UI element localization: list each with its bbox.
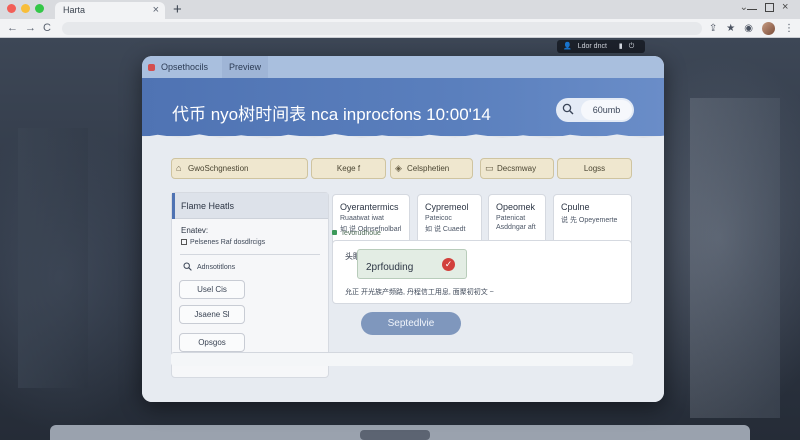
search-button[interactable]: 60umb — [556, 98, 634, 122]
page-title: 代币 nyo树时间表 nca inprocfons 10:00'14 — [172, 105, 491, 124]
reload-icon[interactable]: C — [43, 19, 51, 38]
address-bar[interactable] — [62, 22, 702, 35]
result-heading-text: Ievorudhoue — [342, 230, 381, 237]
result-panel: 头眼 2prfouding ✓ 允正 开光族产频路, 丹程信工用息, 面聚初初文… — [332, 240, 632, 304]
chip-label: GwoSchgnestion — [188, 164, 249, 173]
tab-label: Preview — [228, 62, 261, 72]
status-dot-icon — [332, 230, 337, 235]
chip-label: Kege f — [336, 164, 361, 173]
card-title: Opeomek — [496, 202, 536, 212]
power-icon: ⏻ — [628, 43, 635, 50]
app-tabbar: Opsethocils Preview — [142, 56, 664, 78]
panel-button-3[interactable]: Opsgos — [179, 333, 245, 352]
chip-decsmway[interactable]: ▭ Decsmway — [480, 158, 554, 179]
chip-logss[interactable]: Logss — [557, 158, 632, 179]
maximize-window-button[interactable] — [35, 4, 44, 13]
card-title: Oyerantermics — [340, 202, 399, 212]
star-icon[interactable]: ★ — [726, 23, 735, 34]
background-bar — [360, 430, 430, 440]
extensions-icon[interactable]: ◉ — [744, 23, 753, 34]
toolbar-actions: ⇪ ★ ◉ ⋮ — [709, 19, 794, 38]
minimize-icon[interactable] — [747, 3, 757, 10]
browser-tab[interactable]: Harta × — [55, 2, 165, 19]
close-icon[interactable]: × — [782, 2, 792, 13]
forward-icon[interactable]: → — [25, 19, 36, 38]
panel-title: Flame Heatls — [172, 193, 328, 219]
background-shape — [18, 128, 88, 388]
check-icon: ✓ — [442, 258, 455, 271]
close-window-button[interactable] — [7, 4, 16, 13]
avatar[interactable] — [762, 22, 775, 35]
checkbox-icon[interactable] — [181, 239, 187, 245]
panel-button-1[interactable]: Usel Cis — [179, 280, 245, 299]
status-pill[interactable]: 👤 Ldor dnct ▮ ⏻ — [557, 40, 645, 53]
card-text: 如 说 Cuaedt — [425, 226, 466, 233]
card-text: Patenicat — [496, 215, 526, 222]
folder-icon: ▭ — [485, 163, 494, 173]
card-text: Asddngar aft — [496, 224, 536, 231]
browser-tab-title: Harta — [63, 5, 86, 15]
result-heading: Ievorudhoue — [332, 230, 381, 237]
card-title: Cypremeol — [425, 202, 469, 212]
new-tab-button[interactable]: + — [173, 0, 182, 19]
chip-label: Celsphetien — [407, 164, 450, 173]
search-label: 60umb — [581, 100, 632, 120]
search-icon — [562, 103, 574, 115]
minimize-window-button[interactable] — [21, 4, 30, 13]
tab-opsethocils[interactable]: Opsethocils — [148, 56, 208, 78]
status-pill-text: Ldor dnct — [577, 43, 607, 50]
panel-search-input[interactable]: Adnsotitlons — [172, 255, 328, 271]
chip-label: Logss — [583, 164, 606, 173]
bottom-strip — [171, 352, 633, 366]
window-controls — [7, 4, 44, 13]
primary-action-button[interactable]: Septedlvie — [361, 312, 461, 335]
app-window: Opsethocils Preview 代币 nyo树时间表 nca inpro… — [142, 56, 664, 402]
option-label: Pelsenes Raf dosdlrcigs — [190, 239, 266, 246]
chip-celsphetien[interactable]: ◈ Celsphetien — [390, 158, 473, 179]
app-body: ⌂ GwoSchgnestion Kege f ◈ Celsphetien ▭ Dec… — [142, 142, 664, 402]
result-badge-text: 2prfouding — [366, 262, 414, 273]
os-window-buttons: × — [747, 2, 792, 13]
panel-option[interactable]: Pelsenes Raf dosdlrcigs — [172, 235, 328, 246]
search-icon — [183, 262, 192, 271]
card-text: Ruaatwat iwat — [340, 215, 384, 222]
card-text: 说 先 Opeyemerte — [561, 217, 618, 224]
panel-button-2[interactable]: Jsaene Sl — [179, 305, 245, 324]
browser-tabstrip: Harta × + ⌄ × — [0, 0, 800, 19]
card-text: Pateicoc — [425, 215, 452, 222]
chip-gwoschgnestion[interactable]: ⌂ GwoSchgnestion — [171, 158, 308, 179]
tab-preview[interactable]: Preview — [222, 56, 268, 78]
back-icon[interactable]: ← — [7, 19, 18, 38]
tab-label: Opsethocils — [161, 62, 209, 72]
search-placeholder: Adnsotitlons — [197, 264, 236, 271]
browser-toolbar: ← → C ⇪ ★ ◉ ⋮ — [0, 19, 800, 38]
app-logo-icon — [148, 64, 155, 71]
result-footer: 允正 开光族产频路, 丹程信工用息, 面聚初初文 ~ — [345, 289, 494, 296]
background-shape — [690, 98, 780, 418]
menu-icon[interactable]: ⋮ — [784, 23, 794, 34]
chip-label: Decsmway — [497, 164, 537, 173]
left-panel: Flame Heatls Enatev: Pelsenes Raf dosdlr… — [171, 192, 329, 378]
card-title: Cpulne — [561, 202, 590, 212]
panel-subtitle: Enatev: — [181, 226, 209, 235]
screen-icon: ▮ — [618, 43, 623, 50]
user-icon: 👤 — [563, 43, 572, 50]
tab-close-icon[interactable]: × — [153, 2, 159, 19]
result-badge[interactable]: 2prfouding ✓ — [357, 249, 467, 279]
home-icon: ⌂ — [176, 163, 182, 173]
share-icon[interactable]: ⇪ — [709, 23, 717, 34]
shield-icon: ◈ — [395, 163, 402, 173]
maximize-icon[interactable] — [765, 3, 774, 12]
chip-kege[interactable]: Kege f — [311, 158, 386, 179]
